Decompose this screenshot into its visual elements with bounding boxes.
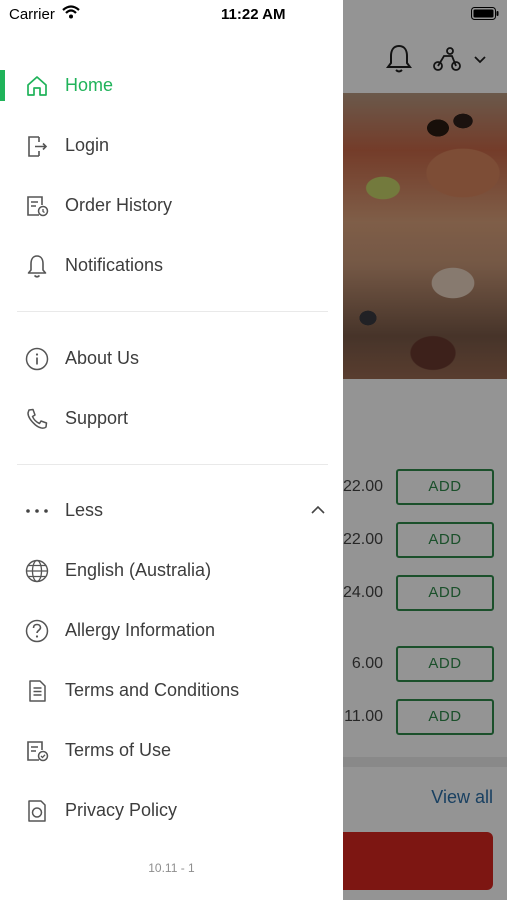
- menu-item-home[interactable]: Home: [0, 61, 343, 111]
- wifi-icon: [62, 5, 80, 19]
- status-bar: Carrier 11:22 AM: [0, 0, 507, 28]
- menu-toggle-less[interactable]: Less: [0, 486, 343, 536]
- login-icon: [24, 133, 50, 159]
- menu-divider: [17, 464, 328, 465]
- menu-item-label: English (Australia): [65, 560, 212, 580]
- menu-item-label: Login: [65, 135, 110, 155]
- menu-item-terms-of-use[interactable]: Terms of Use: [0, 726, 343, 776]
- menu-item-privacy-policy[interactable]: Privacy Policy: [0, 786, 343, 836]
- drawer-scrim[interactable]: [343, 0, 507, 900]
- menu-item-label: About Us: [65, 348, 140, 368]
- question-icon: [24, 618, 50, 644]
- menu-item-language[interactable]: English (Australia): [0, 546, 343, 596]
- menu-item-label: Allergy Information: [65, 620, 216, 640]
- menu-item-support[interactable]: Support: [0, 394, 343, 444]
- menu-toggle-label: Less: [65, 500, 104, 520]
- menu-item-terms-and-conditions[interactable]: Terms and Conditions: [0, 666, 343, 716]
- menu-item-about-us[interactable]: About Us: [0, 334, 343, 384]
- bell-icon: [24, 253, 50, 279]
- menu-item-label: Privacy Policy: [65, 800, 178, 820]
- menu-item-login[interactable]: Login: [0, 121, 343, 171]
- menu-item-notifications[interactable]: Notifications: [0, 241, 343, 291]
- menu-item-label: Terms of Use: [65, 740, 172, 760]
- more-dots-icon: [24, 498, 50, 524]
- privacy-icon: [24, 798, 50, 824]
- menu-item-allergy-information[interactable]: Allergy Information: [0, 606, 343, 656]
- status-time: 11:22 AM: [221, 6, 286, 23]
- menu-item-label: Notifications: [65, 255, 164, 275]
- menu-divider: [17, 311, 328, 312]
- menu-item-label: Support: [65, 408, 129, 428]
- chevron-up-icon: [309, 504, 327, 516]
- menu-item-label: Order History: [65, 195, 173, 215]
- menu-item-label: Home: [65, 75, 114, 95]
- app-version: 10.11 - 1: [148, 861, 195, 875]
- document-check-icon: [24, 738, 50, 764]
- home-icon: [24, 73, 50, 99]
- info-icon: [24, 346, 50, 372]
- menu-item-order-history[interactable]: Order History: [0, 181, 343, 231]
- navigation-drawer: Home Login Order History Notifications A…: [0, 0, 343, 900]
- phone-icon: [24, 406, 50, 432]
- document-icon: [24, 678, 50, 704]
- order-history-icon: [24, 193, 50, 219]
- menu-item-label: Terms and Conditions: [65, 680, 240, 700]
- battery-icon: [471, 7, 499, 20]
- carrier-label: Carrier: [9, 6, 55, 23]
- globe-icon: [24, 558, 50, 584]
